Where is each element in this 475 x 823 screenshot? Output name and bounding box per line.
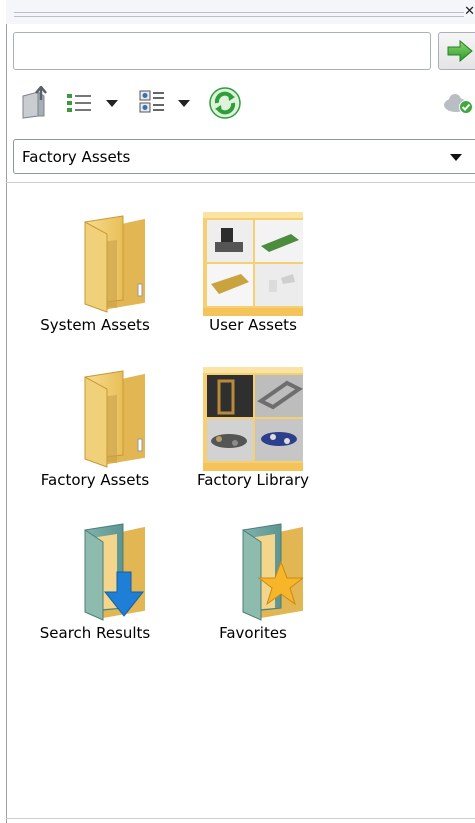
search-folder-icon [84,523,145,621]
tile-search-results[interactable]: Search Results [20,520,170,660]
details-dropdown-icon[interactable] [178,100,190,107]
thumbnail-folder-icon [203,367,303,471]
folder-icon [84,215,145,313]
tile-system-assets[interactable]: System Assets [20,212,170,352]
tile-factory-library[interactable]: Factory Library [178,367,328,507]
tile-label: Factory Library [196,471,309,489]
go-arrow-icon [447,39,473,63]
tile-label: Search Results [39,624,151,642]
panel-bottom-border [6,818,475,819]
refresh-icon[interactable] [208,86,242,120]
folder-icon [84,370,145,468]
cloud-sync-icon[interactable] [441,86,475,120]
search-input[interactable] [13,32,431,70]
tile-factory-assets[interactable]: Factory Assets [20,367,170,507]
panel-frame [6,0,7,823]
favorites-folder-icon [242,523,303,621]
location-dropdown[interactable]: Factory Assets [13,139,475,174]
panel-titlebar[interactable]: ✕ [6,0,475,24]
asset-browser-panel: ✕ Factory Assets System Assets User Asse… [0,0,475,823]
location-selected-value: Factory Assets [22,148,131,166]
details-view-icon[interactable] [137,86,167,120]
list-view-icon[interactable] [64,86,94,120]
search-go-button[interactable] [438,32,475,70]
tile-label: User Assets [209,316,297,334]
view-dropdown-icon[interactable] [106,100,118,107]
tile-label: Factory Assets [40,471,150,489]
tile-favorites[interactable]: Favorites [178,520,328,660]
up-folder-icon[interactable] [20,86,50,120]
thumbnail-folder-icon [203,212,303,316]
tile-user-assets[interactable]: User Assets [178,212,328,352]
tile-label: System Assets [40,316,150,334]
content-divider [6,182,475,183]
tile-label: Favorites [219,624,287,642]
close-icon[interactable]: ✕ [464,5,475,18]
titlebar-grip[interactable] [14,12,464,17]
chevron-down-icon[interactable] [450,154,462,161]
